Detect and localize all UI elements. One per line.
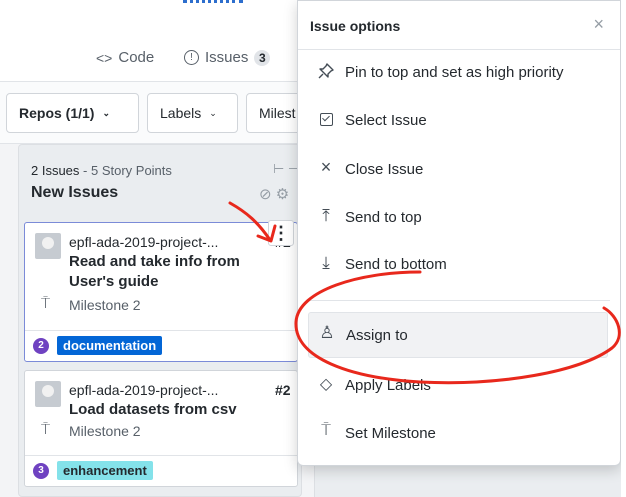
- label-chip[interactable]: enhancement: [57, 461, 153, 480]
- menu-item-close-issue[interactable]: × Close Issue: [298, 147, 620, 193]
- menu-item-label: Apply Labels: [345, 377, 431, 394]
- chevron-down-icon: ⌄: [102, 107, 111, 118]
- milestone-icon: ⍑: [41, 421, 51, 438]
- column-title: New Issues: [31, 184, 119, 201]
- issue-options-menu: Issue options × Pin to top and set as hi…: [297, 0, 621, 466]
- tab-issues-label: Issues: [205, 49, 249, 66]
- milestones-filter-label: Milest: [259, 105, 296, 121]
- close-icon[interactable]: ×: [593, 14, 604, 35]
- card-title[interactable]: Read and take info from User's guide: [69, 252, 240, 292]
- card-title-line: Read and take info from: [69, 253, 240, 270]
- column-settings-icon[interactable]: ⊘ ⚙: [259, 185, 289, 203]
- story-points-badge: 2: [33, 338, 49, 354]
- pin-icon: [316, 63, 336, 83]
- menu-item-label: Send to bottom: [345, 256, 447, 273]
- card-issue-number: #2: [275, 382, 291, 398]
- menu-item-label: Set Milestone: [345, 425, 436, 442]
- labels-filter-label: Labels: [160, 105, 202, 121]
- menu-item-apply-labels[interactable]: ◇ Apply Labels: [298, 363, 620, 409]
- menu-item-assign-to[interactable]: ♙ Assign to: [308, 312, 608, 358]
- menu-item-label: Pin to top and set as high priority: [345, 64, 564, 81]
- labels-filter-dropdown[interactable]: Labels ⌄: [147, 93, 238, 133]
- card-footer: 3 enhancement: [25, 455, 297, 485]
- card-milestone: Milestone 2: [69, 423, 141, 439]
- menu-item-set-milestone[interactable]: ⍑ Set Milestone: [298, 411, 620, 457]
- issues-count-badge: 3: [254, 49, 271, 66]
- checkbox-icon: [316, 111, 336, 128]
- person-icon: ♙: [319, 323, 335, 342]
- avatar: [35, 233, 61, 259]
- tab-code-label: Code: [118, 49, 155, 66]
- card-milestone: Milestone 2: [69, 297, 141, 313]
- tab-code[interactable]: <> Code: [96, 49, 154, 66]
- menu-item-label: Send to top: [345, 209, 422, 226]
- menu-item-send-to-top[interactable]: ⤒ Send to top: [298, 195, 620, 241]
- card-title-line: User's guide: [69, 273, 159, 290]
- column-collapse-icon[interactable]: ⊢ ⊣: [273, 161, 299, 177]
- column-story-points: - 5 Story Points: [79, 163, 172, 178]
- issue-card[interactable]: epfl-ada-2019-project-... #1 Read and ta…: [24, 222, 298, 362]
- milestone-icon: ⍑: [321, 422, 331, 439]
- menu-item-label: Close Issue: [345, 161, 424, 178]
- viewport-edge: [621, 0, 626, 497]
- tab-issues[interactable]: ! Issues 3: [184, 49, 271, 66]
- code-icon: <>: [96, 49, 113, 66]
- tag-icon: ◇: [319, 376, 333, 393]
- card-footer: 2 documentation: [25, 330, 297, 360]
- repos-filter-label: Repos (1/1): [19, 105, 95, 121]
- arrow-down-to-bottom-icon: ⤓: [322, 253, 330, 272]
- close-icon: ×: [320, 157, 332, 177]
- menu-item-label: Assign to: [346, 327, 408, 344]
- repos-filter-dropdown[interactable]: Repos (1/1) ⌄: [6, 93, 139, 133]
- menu-header: Issue options ×: [298, 1, 620, 50]
- column-stats: 2 Issues - 5 Story Points: [31, 163, 172, 178]
- menu-item-label: Select Issue: [345, 112, 427, 129]
- card-options-kebab-button[interactable]: ⋮: [268, 220, 294, 246]
- card-repo-name: epfl-ada-2019-project-...: [69, 234, 219, 250]
- column-issue-count: 2 Issues: [31, 163, 80, 178]
- menu-item-select-issue[interactable]: Select Issue: [298, 98, 620, 144]
- menu-title: Issue options: [310, 18, 401, 34]
- issue-card[interactable]: epfl-ada-2019-project-... #2 Load datase…: [24, 370, 298, 487]
- card-title[interactable]: Load datasets from csv: [69, 400, 237, 420]
- milestone-icon: ⍑: [41, 295, 51, 312]
- issues-icon: !: [184, 50, 199, 65]
- label-chip[interactable]: documentation: [57, 336, 163, 355]
- avatar: [35, 381, 61, 407]
- menu-divider: [308, 300, 610, 301]
- arrow-up-to-top-icon: ⤒: [322, 206, 330, 225]
- story-points-badge: 3: [33, 463, 49, 479]
- menu-item-pin-to-top[interactable]: Pin to top and set as high priority: [298, 50, 620, 96]
- menu-item-send-to-bottom[interactable]: ⤓ Send to bottom: [298, 242, 620, 288]
- chevron-down-icon: ⌄: [209, 107, 217, 118]
- card-repo-name: epfl-ada-2019-project-...: [69, 382, 219, 398]
- partial-link-underline: [183, 0, 243, 5]
